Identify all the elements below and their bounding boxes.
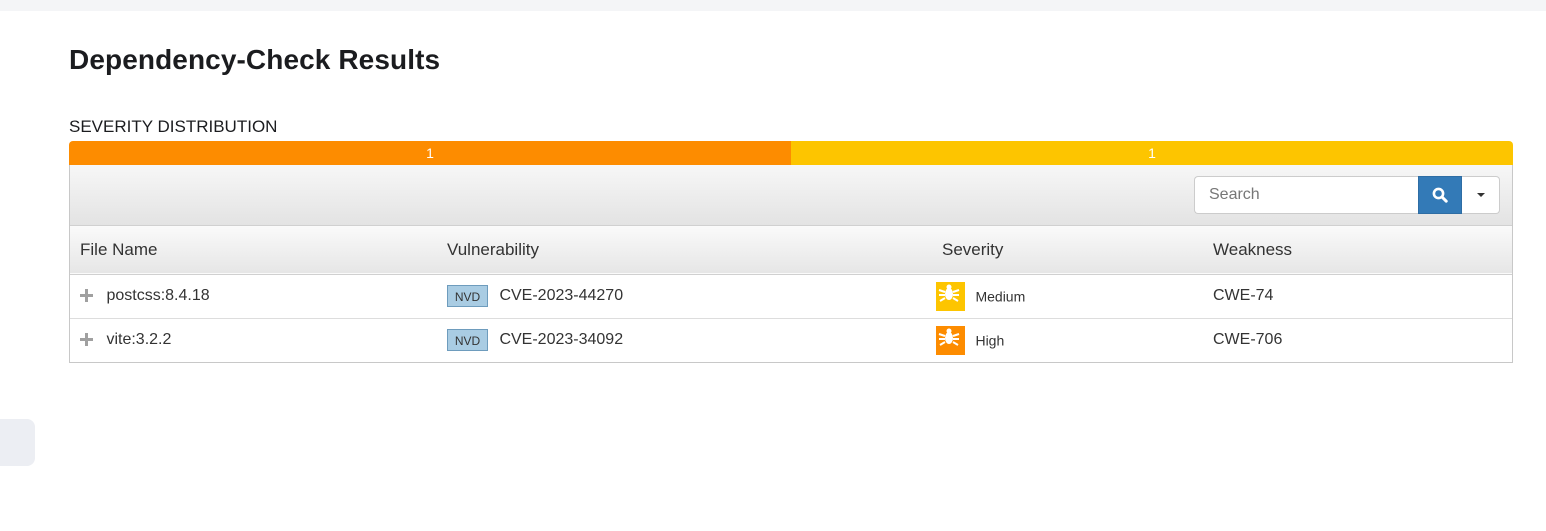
- vulnerability-cell: NVD CVE-2023-44270: [437, 274, 932, 318]
- nvd-badge: NVD: [447, 285, 488, 307]
- cve-link[interactable]: CVE-2023-44270: [499, 287, 623, 304]
- file-name-cell: postcss:8.4.18: [70, 274, 437, 318]
- severity-segment-medium: 1: [791, 141, 1513, 165]
- table-header-row: File Name Vulnerability Severity Weaknes…: [70, 226, 1512, 274]
- cve-link[interactable]: CVE-2023-34092: [499, 331, 623, 348]
- severity-cell: High: [932, 318, 1203, 362]
- search-options-dropdown-button[interactable]: [1462, 176, 1500, 214]
- severity-distribution-bar: 1 1: [69, 141, 1513, 165]
- table-row: postcss:8.4.18 NVD CVE-2023-44270 Medium…: [70, 274, 1512, 318]
- expand-plus-icon[interactable]: [80, 333, 93, 347]
- page-title: Dependency-Check Results: [69, 44, 441, 75]
- severity-cell: Medium: [932, 274, 1203, 318]
- column-header-weakness[interactable]: Weakness: [1203, 226, 1512, 274]
- severity-distribution-label: SEVERITY DISTRIBUTION: [69, 117, 278, 136]
- bug-icon: [936, 281, 965, 311]
- search-icon: [1432, 187, 1448, 203]
- search-group: [1194, 176, 1500, 214]
- severity-label: Medium: [975, 288, 1026, 304]
- file-name-cell: vite:3.2.2: [70, 318, 437, 362]
- file-name: postcss:8.4.18: [106, 286, 210, 304]
- weakness-cell: CWE-706: [1213, 331, 1283, 348]
- severity-label: High: [975, 332, 1005, 348]
- file-name: vite:3.2.2: [106, 330, 172, 348]
- results-table: File Name Vulnerability Severity Weaknes…: [70, 226, 1512, 362]
- search-button[interactable]: [1418, 176, 1462, 214]
- search-input[interactable]: [1194, 176, 1418, 214]
- column-header-vulnerability[interactable]: Vulnerability: [437, 226, 932, 274]
- bug-icon: [936, 325, 965, 355]
- caret-down-icon: [1476, 193, 1485, 197]
- vulnerability-cell: NVD CVE-2023-34092: [437, 318, 932, 362]
- column-header-severity[interactable]: Severity: [932, 226, 1203, 274]
- nvd-badge: NVD: [447, 329, 488, 351]
- results-table-container: File Name Vulnerability Severity Weaknes…: [69, 165, 1513, 363]
- severity-segment-medium-count: 1: [1148, 145, 1156, 161]
- side-panel-tab[interactable]: [0, 419, 35, 466]
- weakness-cell: CWE-74: [1213, 287, 1274, 304]
- severity-segment-high-count: 1: [426, 145, 434, 161]
- table-row: vite:3.2.2 NVD CVE-2023-34092 High CWE-7…: [70, 318, 1512, 362]
- column-header-file-name[interactable]: File Name: [70, 226, 437, 274]
- severity-segment-high: 1: [69, 141, 791, 165]
- top-strip: [0, 0, 1546, 11]
- table-toolbar: [70, 165, 1512, 226]
- expand-plus-icon[interactable]: [80, 289, 93, 303]
